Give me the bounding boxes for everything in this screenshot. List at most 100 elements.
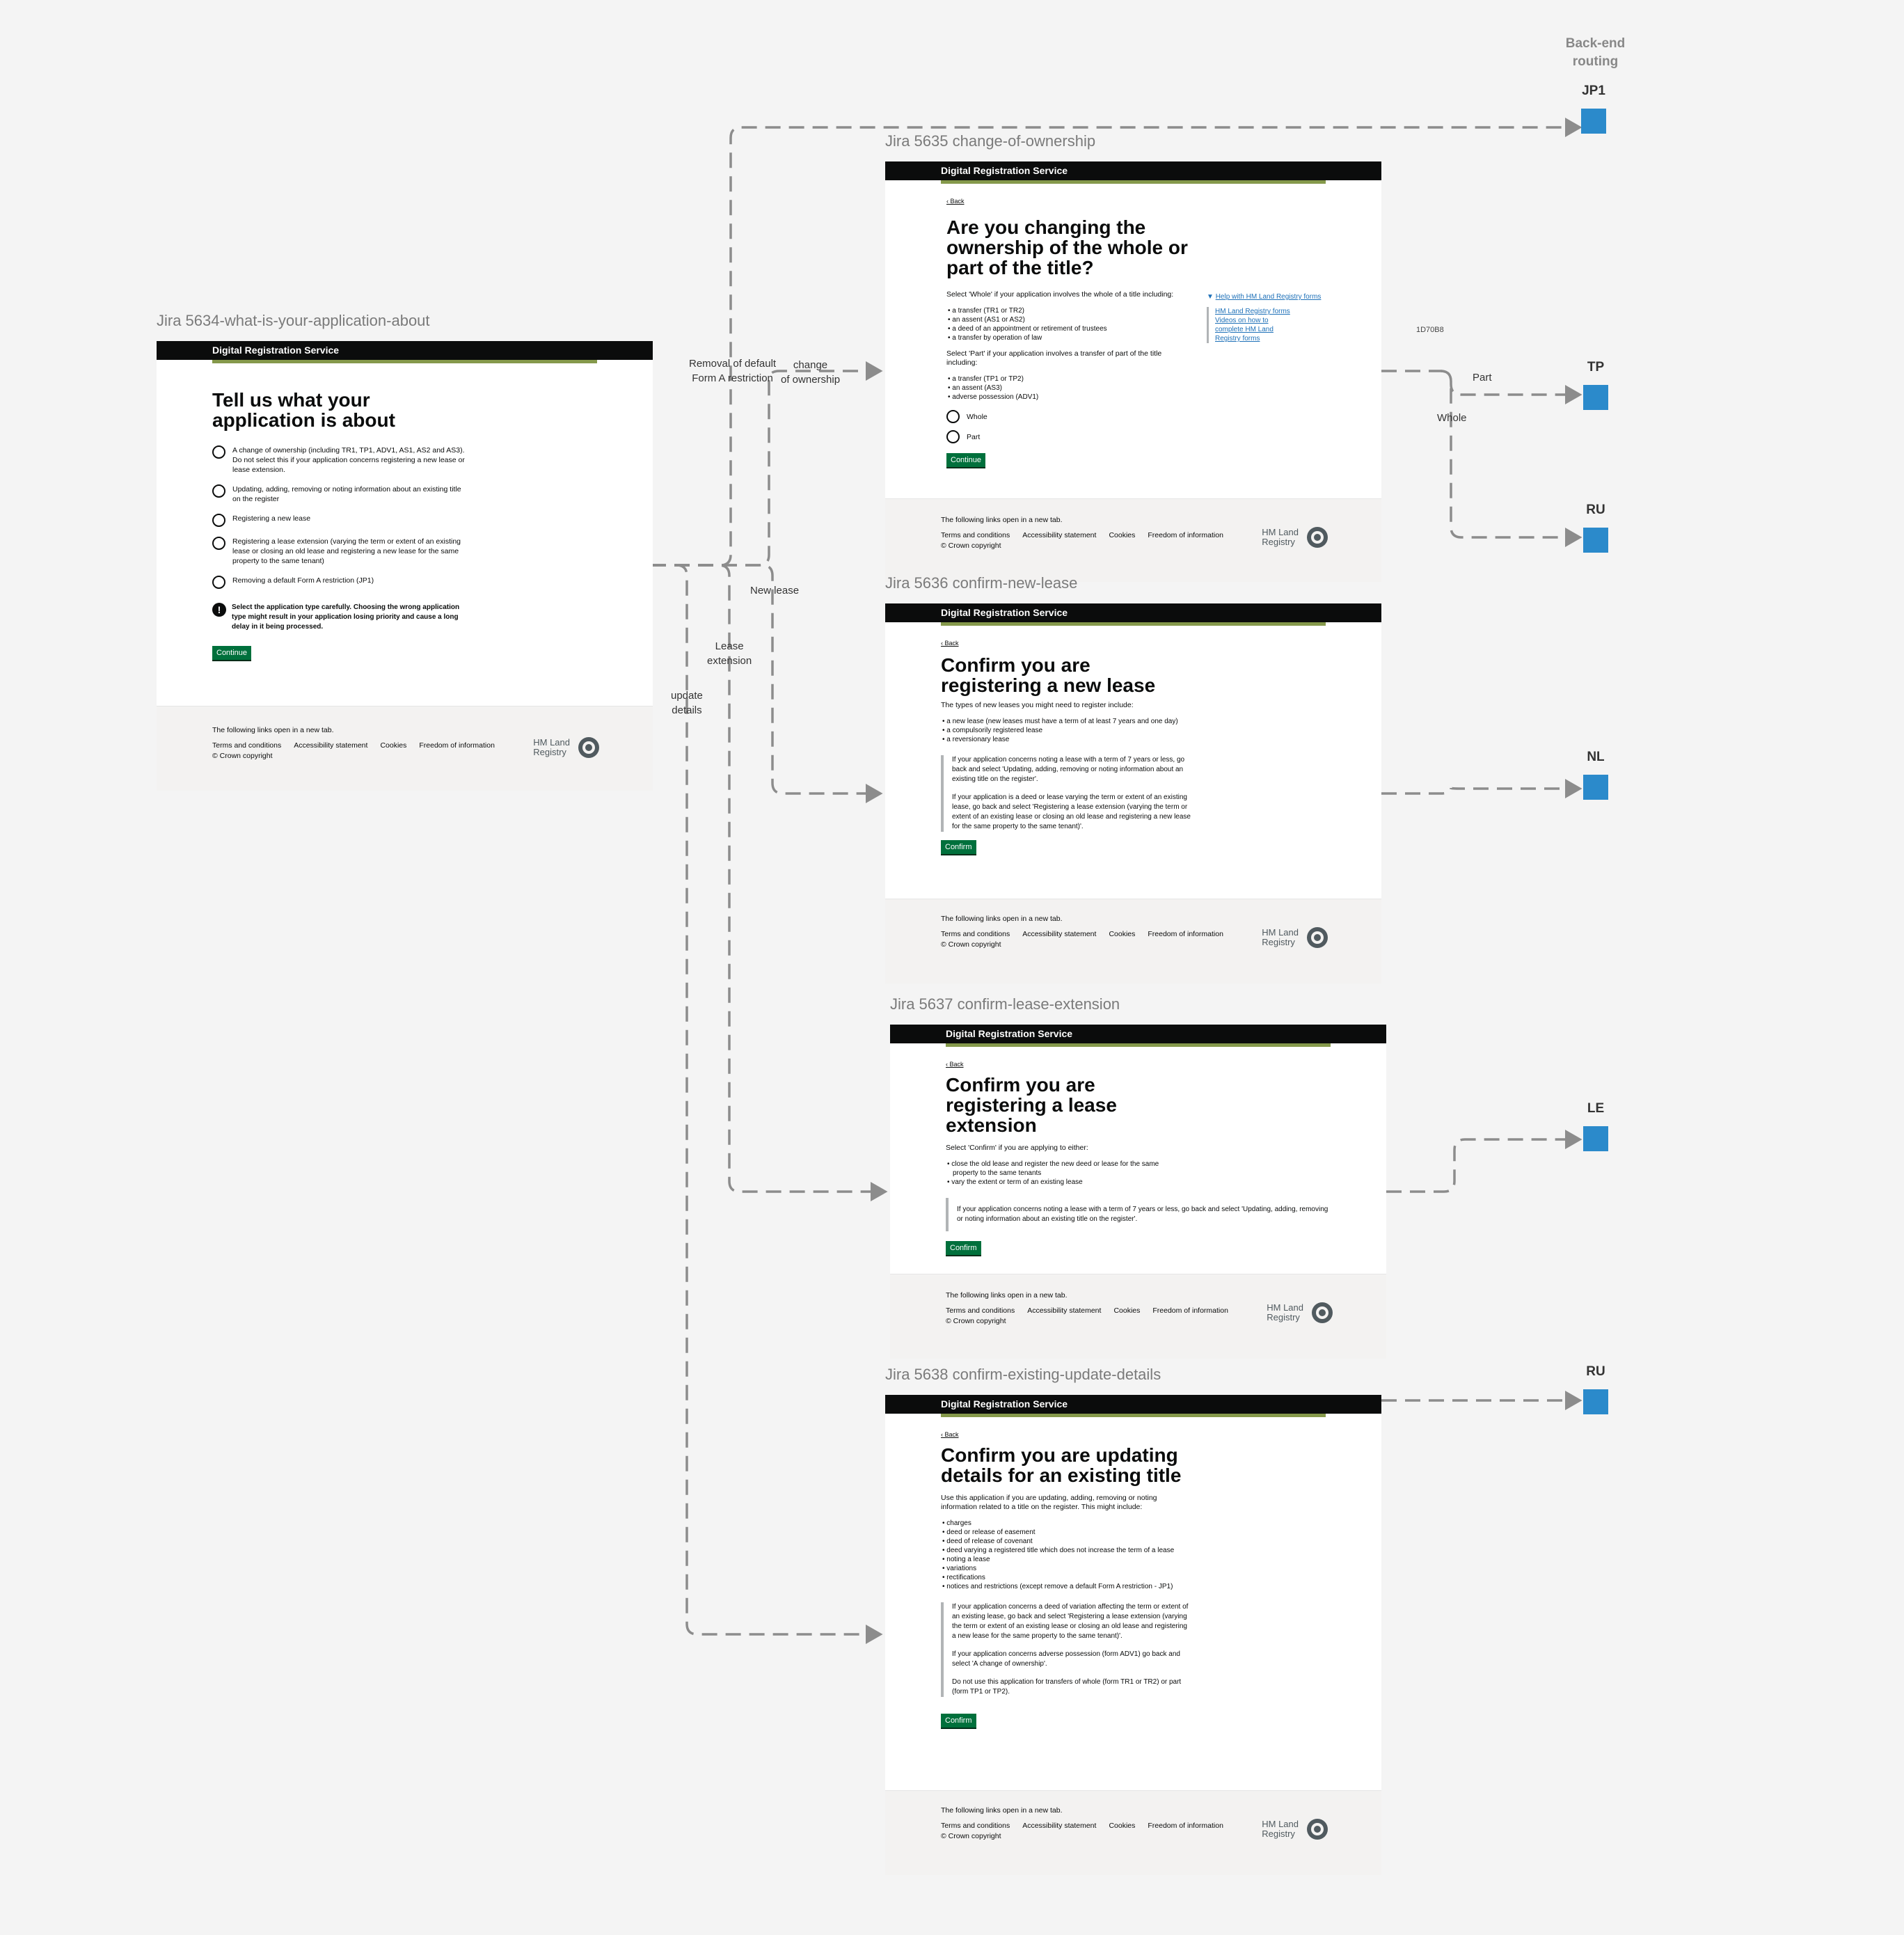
inset-paragraph: If your application is a deed or lease v… (952, 793, 1191, 830)
crest-icon (578, 737, 599, 758)
back-link[interactable]: Back (946, 198, 1326, 205)
lease-types-list: a new lease (new leases must have a term… (941, 717, 1184, 744)
label-lease-extension: Lease extension (707, 640, 752, 667)
radio-updating-existing-title[interactable]: Updating, adding, removing or noting inf… (212, 484, 466, 504)
list-item: deed or release of easement (946, 1528, 1181, 1537)
screen-what-is-your-application-about: Digital Registration Service Tell us wha… (157, 341, 653, 791)
radio-circle[interactable] (212, 445, 225, 459)
radio-circle[interactable] (946, 410, 960, 423)
service-header: Digital Registration Service (885, 603, 1381, 622)
radio-circle[interactable] (212, 537, 225, 550)
warning-icon: ! (212, 603, 226, 617)
crest-icon (1307, 927, 1328, 948)
help-link-videos[interactable]: Videos on how to complete HM Land Regist… (1215, 316, 1292, 343)
confirm-button[interactable]: Confirm (946, 1241, 981, 1255)
triangle-down-icon: ▼ (1207, 293, 1216, 301)
list-item: a compulsorily registered lease (946, 726, 1184, 735)
connector-update-details (651, 564, 883, 1644)
list-item: a reversionary lease (946, 735, 1184, 744)
back-link[interactable]: Back (946, 1061, 1331, 1068)
footer-link-cookies[interactable]: Cookies (380, 741, 406, 750)
radio-lease-extension[interactable]: Registering a lease extension (varying t… (212, 537, 466, 566)
footer-link-cookies[interactable]: Cookies (1109, 930, 1135, 938)
confirm-button[interactable]: Confirm (941, 840, 976, 854)
route-label: LE (1587, 1101, 1605, 1116)
radio-new-lease[interactable]: Registering a new lease (212, 514, 466, 527)
part-intro: Select 'Part' if your application involv… (946, 349, 1162, 367)
help-summary-link[interactable]: Help with HM Land Registry forms (1216, 293, 1322, 301)
inset-text: If your application concerns noting a le… (941, 755, 1191, 832)
list-item: a transfer (TP1 or TP2) (952, 374, 1326, 384)
service-header: Digital Registration Service (157, 341, 653, 360)
footer-link-accessibility[interactable]: Accessibility statement (1022, 930, 1096, 938)
screen-confirm-existing-update-details: Digital Registration Service Back Confir… (885, 1395, 1381, 1875)
hm-land-registry-logo: HM Land Registry (1262, 526, 1329, 549)
radio-label: Part (967, 432, 981, 441)
footer-link-terms[interactable]: Terms and conditions (941, 531, 1010, 539)
intro-text: Use this application if you are updating… (941, 1494, 1157, 1511)
crest-icon (1312, 1302, 1333, 1323)
route-node-le: LE (1568, 1101, 1624, 1151)
footer-link-cookies[interactable]: Cookies (1109, 531, 1135, 539)
routing-note: 1D70B8 (1416, 326, 1444, 334)
radio-circle[interactable] (946, 430, 960, 443)
footer: The following links open in a new tab. T… (885, 498, 1381, 582)
back-link[interactable]: Back (941, 640, 1326, 647)
routing-title: Back-end routing (1565, 36, 1626, 69)
header-accent-bar (212, 360, 597, 363)
list-item: noting a lease (946, 1555, 1181, 1564)
footer-link-cookies[interactable]: Cookies (1113, 1306, 1140, 1315)
logo-text: HM Land Registry (1262, 1819, 1299, 1839)
list-item: rectifications (946, 1573, 1181, 1582)
footer-link-foi[interactable]: Freedom of information (1152, 1306, 1228, 1315)
footer-link-terms[interactable]: Terms and conditions (941, 1822, 1010, 1830)
radio-part[interactable]: Part (946, 430, 1326, 443)
radio-remove-form-a[interactable]: Removing a default Form A restriction (J… (212, 576, 466, 589)
page-title: Confirm you are registering a lease exte… (946, 1074, 1117, 1136)
list-item: close the old lease and register the new… (951, 1160, 1186, 1178)
help-link-forms[interactable]: HM Land Registry forms (1215, 307, 1322, 316)
hm-land-registry-logo: HM Land Registry (1262, 1817, 1329, 1841)
back-link[interactable]: Back (941, 1431, 1326, 1438)
connector-change-ownership (651, 361, 883, 567)
footer-link-terms[interactable]: Terms and conditions (941, 930, 1010, 938)
footer-link-accessibility[interactable]: Accessibility statement (1022, 531, 1096, 539)
list-item: deed varying a registered title which do… (946, 1546, 1181, 1555)
help-summary[interactable]: ▼ Help with HM Land Registry forms (1207, 292, 1322, 301)
continue-button[interactable]: Continue (212, 646, 252, 660)
logo-text: HM Land Registry (533, 737, 570, 757)
frame-title-5638: Jira 5638 confirm-existing-update-detail… (885, 1366, 1161, 1383)
footer-link-foi[interactable]: Freedom of information (1148, 531, 1223, 539)
confirm-button[interactable]: Confirm (941, 1714, 976, 1728)
radio-circle[interactable] (212, 484, 225, 498)
radio-whole[interactable]: Whole (946, 410, 1326, 423)
footer-link-terms[interactable]: Terms and conditions (212, 741, 281, 750)
route-box (1583, 528, 1608, 553)
help-details: ▼ Help with HM Land Registry forms HM La… (1207, 292, 1322, 343)
footer-link-cookies[interactable]: Cookies (1109, 1822, 1135, 1830)
radio-circle[interactable] (212, 576, 225, 589)
route-label: NL (1587, 750, 1605, 764)
route-box (1583, 1389, 1608, 1414)
connector-whole (1440, 370, 1582, 547)
footer-link-accessibility[interactable]: Accessibility statement (1027, 1306, 1101, 1315)
page-title: Are you changing the ownership of the wh… (946, 216, 1188, 278)
screen-confirm-lease-extension: Digital Registration Service Back Confir… (890, 1025, 1386, 1359)
continue-button[interactable]: Continue (946, 453, 986, 467)
service-header: Digital Registration Service (890, 1025, 1386, 1043)
label-new-lease: New lease (750, 585, 800, 597)
footer-link-accessibility[interactable]: Accessibility statement (294, 741, 367, 750)
hm-land-registry-logo: HM Land Registry (533, 736, 601, 759)
route-box (1583, 775, 1608, 800)
radio-change-of-ownership[interactable]: A change of ownership (including TR1, TP… (212, 445, 466, 475)
footer-intro: The following links open in a new tab. (941, 915, 1063, 923)
footer-link-accessibility[interactable]: Accessibility statement (1022, 1822, 1096, 1830)
footer-link-terms[interactable]: Terms and conditions (946, 1306, 1015, 1315)
list-item: deed of release of covenant (946, 1537, 1181, 1546)
footer-link-foi[interactable]: Freedom of information (419, 741, 495, 750)
screen-change-of-ownership: Digital Registration Service Back Are yo… (885, 161, 1381, 582)
footer-link-foi[interactable]: Freedom of information (1148, 930, 1223, 938)
footer-link-foi[interactable]: Freedom of information (1148, 1822, 1223, 1830)
route-node-tp: TP (1568, 360, 1624, 410)
radio-circle[interactable] (212, 514, 225, 527)
